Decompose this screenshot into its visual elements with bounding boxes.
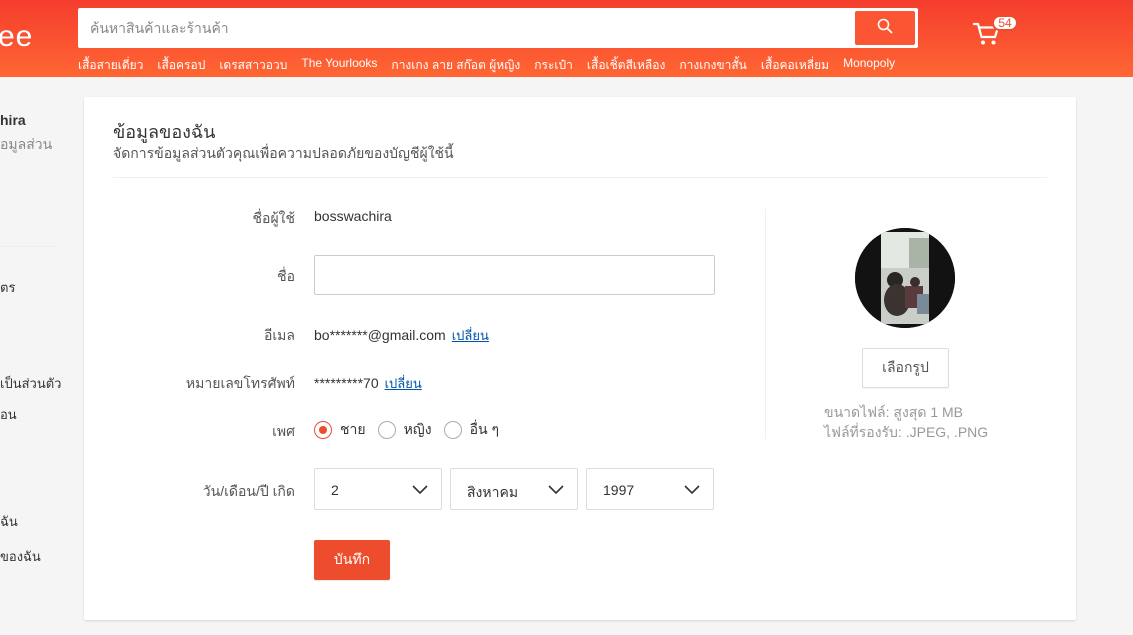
trending-keyword[interactable]: เดรสสาวอวบ <box>219 56 287 75</box>
trending-keyword[interactable]: เสื้อคอเหลี่ยม <box>761 56 829 75</box>
birth-day-select[interactable]: 2 <box>314 468 442 510</box>
phone-value: *********70 <box>314 375 379 391</box>
trending-keyword[interactable]: เสื้อเชิ้ตสีเหลือง <box>587 56 665 75</box>
trending-keyword[interactable]: กางเกง ลาย สก๊อต ผู้หญิง <box>391 56 520 75</box>
phone-label: หมายเลขโทรศัพท์ <box>185 375 295 391</box>
search-input[interactable] <box>90 8 850 48</box>
gender-option-label: อื่น ๆ <box>469 421 499 437</box>
sidebar-item-my-purchases[interactable]: ฉัน <box>0 511 18 532</box>
trending-keyword[interactable]: กระเป๋า <box>534 56 573 75</box>
sidebar-username: hira <box>0 112 26 128</box>
email-label: อีเมล <box>263 327 295 343</box>
sidebar-divider <box>0 246 56 247</box>
gender-radio-group: ชาย หญิง อื่น ๆ <box>314 419 511 441</box>
email-row: bo*******@gmail.com เปลี่ยน <box>314 325 489 346</box>
sidebar-item-notifications[interactable]: อน <box>0 404 17 425</box>
logo[interactable]: ee <box>0 20 33 54</box>
phone-row: *********70 เปลี่ยน <box>314 373 422 394</box>
cart-count-badge: 54 <box>992 15 1018 31</box>
file-size-note: ขนาดไฟล์: สูงสุด 1 MB <box>824 404 963 420</box>
chevron-down-icon <box>683 481 701 502</box>
name-label: ชื่อ <box>277 268 295 284</box>
birth-day-value: 2 <box>331 482 339 498</box>
profile-card: ข้อมูลของฉัน จัดการข้อมูลส่วนตัวคุณเพื่อ… <box>84 97 1076 620</box>
change-phone-link[interactable]: เปลี่ยน <box>385 376 422 391</box>
birthdate-label: วัน/เดือน/ปี เกิด <box>202 483 295 499</box>
choose-image-button[interactable]: เลือกรูป <box>862 348 949 388</box>
chevron-down-icon <box>547 481 565 502</box>
birth-year-select[interactable]: 1997 <box>586 468 714 510</box>
birth-month-select[interactable]: สิงหาคม <box>450 468 578 510</box>
sidebar-item-bank-cards[interactable]: ัตร <box>0 277 15 298</box>
radio-unchecked-icon <box>443 421 462 439</box>
gender-option-label: ชาย <box>340 421 366 437</box>
birth-month-value: สิงหาคม <box>467 484 519 500</box>
trending-keyword[interactable]: เสื้อครอป <box>157 56 205 75</box>
birth-year-value: 1997 <box>603 482 635 498</box>
gender-option-label: หญิง <box>403 421 432 437</box>
trending-keywords: เสื้อสายเดี่ยว เสื้อครอป เดรสสาวอวบ The … <box>78 56 909 75</box>
cart-icon <box>972 22 1002 52</box>
page-subtitle: จัดการข้อมูลส่วนตัวคุณเพื่อความปลอดภัยขอ… <box>113 145 454 161</box>
search-button[interactable] <box>855 11 915 45</box>
column-divider <box>765 209 766 439</box>
avatar <box>855 228 955 328</box>
gender-radio-male[interactable]: ชาย <box>314 419 366 441</box>
sidebar-item-my-coupons[interactable]: ของฉัน <box>0 546 41 567</box>
header-divider <box>113 177 1047 178</box>
change-email-link[interactable]: เปลี่ยน <box>452 328 489 343</box>
email-value: bo*******@gmail.com <box>314 327 446 343</box>
gender-label: เพศ <box>272 423 295 439</box>
save-button[interactable]: บันทึก <box>314 540 390 580</box>
search-bar <box>78 8 918 48</box>
header: ee 54 เสื้อสายเดี่ยว เสื้อครอป เดรสสาวอว… <box>0 0 1133 77</box>
cart-button[interactable]: 54 <box>972 15 1018 52</box>
file-types-note: ไฟล์ที่รองรับ: .JPEG, .PNG <box>824 424 989 440</box>
page-title: ข้อมูลของฉัน <box>113 122 216 142</box>
username-label: ชื่อผู้ใช้ <box>252 210 295 226</box>
trending-keyword[interactable]: เสื้อสายเดี่ยว <box>78 56 143 75</box>
search-icon <box>877 18 893 39</box>
gender-radio-other[interactable]: อื่น ๆ <box>443 419 499 441</box>
username-value: bosswachira <box>314 208 392 224</box>
radio-unchecked-icon <box>377 421 396 439</box>
sidebar-edit-profile-link[interactable]: อมูลส่วน <box>0 134 52 156</box>
trending-keyword[interactable]: กางเกงขาสั้น <box>679 56 747 75</box>
gender-radio-female[interactable]: หญิง <box>377 419 432 441</box>
name-input[interactable] <box>314 255 715 295</box>
sidebar-item-privacy[interactable]: เป็นส่วนตัว <box>0 373 61 394</box>
trending-keyword[interactable]: Monopoly <box>843 56 895 75</box>
radio-checked-icon <box>314 421 332 439</box>
chevron-down-icon <box>411 481 429 502</box>
trending-keyword[interactable]: The Yourlooks <box>301 56 377 75</box>
